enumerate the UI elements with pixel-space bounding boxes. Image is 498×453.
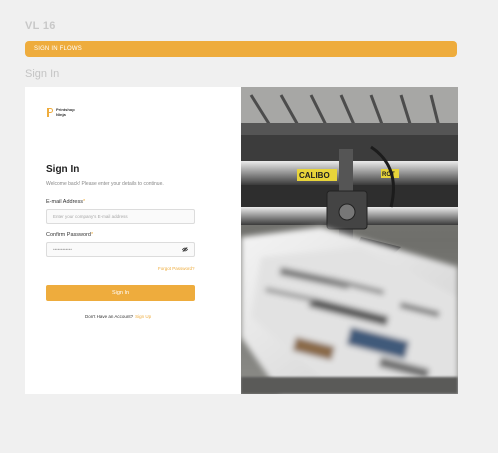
logo-mark-icon — [47, 108, 53, 118]
email-label: E-mail Address* — [46, 199, 85, 205]
email-placeholder: Enter your company's E-mail address — [53, 214, 128, 219]
brand-logo: Printshop Ninja — [47, 107, 80, 118]
form-subtitle: Welcome back! Please enter your details … — [46, 181, 164, 187]
eye-off-icon[interactable] — [182, 247, 188, 252]
press-label-1: CALIBO — [299, 171, 330, 180]
password-field[interactable]: •••••••••••• — [46, 242, 195, 257]
sign-up-prompt: Don't Have an Account? Sign Up — [85, 314, 151, 319]
brand-name: Printshop Ninja — [56, 107, 80, 117]
flow-banner: SIGN IN FLOWS — [25, 41, 457, 57]
email-label-text: E-mail Address — [46, 199, 83, 205]
printing-press-image: CALIBO ROT — [241, 87, 458, 394]
password-value: •••••••••••• — [53, 247, 72, 252]
sign-in-screen: Printshop Ninja Sign In Welcome back! Pl… — [25, 87, 458, 394]
section-title: Sign In — [25, 68, 60, 80]
form-title: Sign In — [46, 164, 80, 175]
sign-up-link[interactable]: Sign Up — [135, 314, 151, 319]
forgot-password-link[interactable]: Forgot Password? — [158, 266, 195, 271]
version-label: VL 16 — [25, 20, 56, 32]
sign-in-panel: Printshop Ninja Sign In Welcome back! Pl… — [25, 87, 241, 394]
sign-in-button[interactable]: Sign In — [46, 285, 195, 301]
password-label-text: Confirm Password — [46, 232, 91, 238]
email-field[interactable]: Enter your company's E-mail address — [46, 209, 195, 224]
sign-up-prompt-text: Don't Have an Account? — [85, 314, 134, 319]
brand-name-line2: Ninja — [56, 111, 66, 117]
required-mark: * — [90, 232, 94, 238]
password-label: Confirm Password* — [46, 232, 93, 238]
required-mark: * — [83, 199, 86, 205]
